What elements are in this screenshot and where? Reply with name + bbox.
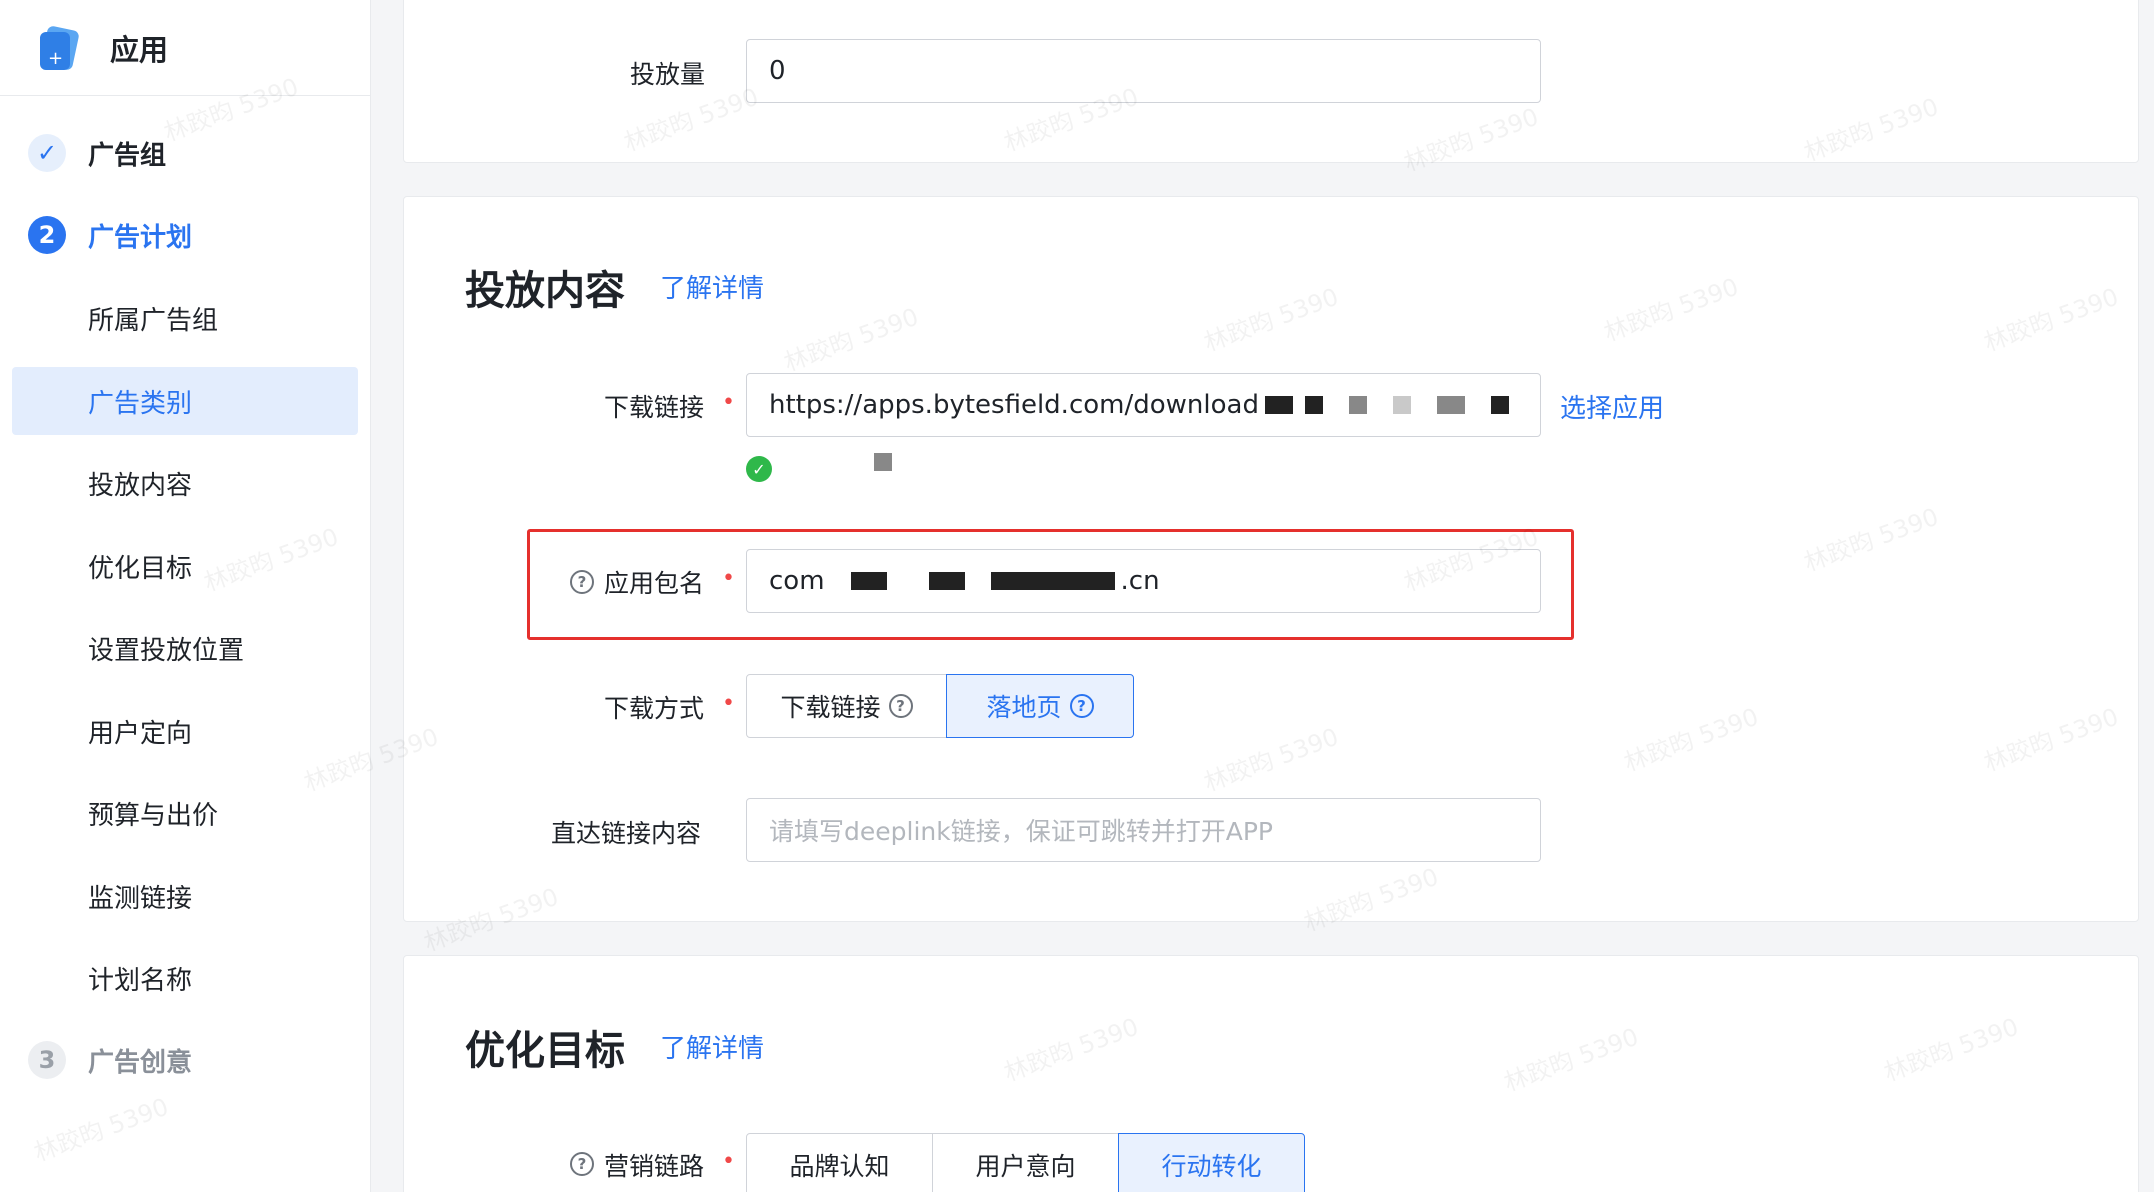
volume-label: 投放量 <box>630 60 706 89</box>
sidebar-item-placement[interactable]: 设置投放位置 <box>12 614 358 682</box>
deeplink-input[interactable]: 请填写deeplink链接，保证可跳转并打开APP <box>746 798 1541 862</box>
option-brand-awareness[interactable]: 品牌认知 <box>746 1133 933 1192</box>
download-method-label: 下载方式 <box>604 694 705 723</box>
sidebar-header: + 应用 <box>0 0 370 96</box>
redaction-block <box>928 572 965 590</box>
option-landing-page[interactable]: 落地页 ? <box>946 674 1134 738</box>
required-marker: • <box>722 566 735 591</box>
package-name-prefix: com <box>769 566 825 596</box>
step-label: 广告组 <box>88 140 167 171</box>
app-logo-icon: + <box>34 22 86 74</box>
sidebar-item-plan-name[interactable]: 计划名称 <box>12 944 358 1012</box>
help-icon[interactable]: ? <box>570 570 594 594</box>
redaction-block <box>990 572 1115 590</box>
sidebar-item-tracking[interactable]: 监测链接 <box>12 862 358 930</box>
redaction-block <box>1392 396 1411 414</box>
redaction-block <box>1264 396 1293 414</box>
step-ad-creative[interactable]: 3 广告创意 <box>28 1041 192 1079</box>
sidebar-item-ad-group-belonging[interactable]: 所属广告组 <box>12 284 358 352</box>
sidebar-item-budget[interactable]: 预算与出价 <box>12 779 358 847</box>
download-link-value: https://apps.bytesfield.com/download <box>769 390 1259 420</box>
svg-text:+: + <box>48 48 63 69</box>
option-label: 落地页 <box>986 693 1062 722</box>
step-number-badge: 2 <box>28 216 66 254</box>
deeplink-label: 直达链接内容 <box>551 819 702 848</box>
download-method-segmented: 下载链接 ? 落地页 ? <box>746 674 1134 738</box>
download-link-label: 下载链接 <box>604 393 705 422</box>
option-user-intent[interactable]: 用户意向 <box>932 1133 1119 1192</box>
optimization-section-title: 优化目标 <box>465 1028 625 1074</box>
sidebar-item-ad-category[interactable]: 广告类别 <box>12 367 358 435</box>
redaction-block <box>874 453 892 471</box>
optimization-details-link[interactable]: 了解详情 <box>660 1028 764 1065</box>
required-marker: • <box>722 691 735 716</box>
help-icon[interactable]: ? <box>888 694 913 718</box>
content-details-link[interactable]: 了解详情 <box>660 268 764 305</box>
redaction-block <box>850 572 887 590</box>
option-action-conversion[interactable]: 行动转化 <box>1118 1133 1305 1192</box>
content-section-title: 投放内容 <box>465 268 625 314</box>
marketing-chain-segmented: 品牌认知 用户意向 行动转化 <box>746 1133 1305 1192</box>
app-title: 应用 <box>110 32 169 67</box>
download-link-input[interactable]: https://apps.bytesfield.com/download <box>746 373 1541 437</box>
volume-input[interactable]: 0 <box>746 39 1541 103</box>
redaction-block <box>1304 396 1323 414</box>
step-ad-group[interactable]: ✓ 广告组 <box>28 134 166 172</box>
check-circle-icon: ✓ <box>746 456 772 482</box>
app-root: + 应用 ✓ 广告组 2 广告计划 所属广告组 广告类别 投放内容 优化目标 设… <box>0 0 2154 1192</box>
sidebar-item-content[interactable]: 投放内容 <box>12 449 358 517</box>
required-marker: • <box>722 1149 735 1174</box>
option-download-link[interactable]: 下载链接 ? <box>746 674 947 738</box>
sidebar: + 应用 ✓ 广告组 2 广告计划 所属广告组 广告类别 投放内容 优化目标 设… <box>0 0 371 1192</box>
check-icon: ✓ <box>28 134 66 172</box>
sidebar-item-targeting[interactable]: 用户定向 <box>12 697 358 765</box>
step-number-badge: 3 <box>28 1041 66 1079</box>
select-app-link[interactable]: 选择应用 <box>1560 388 1664 425</box>
option-label: 下载链接 <box>780 693 881 722</box>
package-name-suffix: .cn <box>1120 566 1160 596</box>
help-icon[interactable]: ? <box>570 1152 594 1176</box>
step-label: 广告计划 <box>88 222 193 253</box>
step-label: 广告创意 <box>88 1047 193 1078</box>
redaction-block <box>1436 396 1465 414</box>
step-ad-plan[interactable]: 2 广告计划 <box>28 216 192 254</box>
redaction-block <box>1348 396 1367 414</box>
package-name-input[interactable]: com .cn <box>746 549 1541 613</box>
sidebar-item-optimization[interactable]: 优化目标 <box>12 532 358 600</box>
marketing-chain-label: 营销链路 <box>604 1152 705 1181</box>
redaction-block <box>1490 396 1509 414</box>
required-marker: • <box>722 390 735 415</box>
package-name-label: 应用包名 <box>604 569 705 598</box>
help-icon[interactable]: ? <box>1069 694 1094 718</box>
